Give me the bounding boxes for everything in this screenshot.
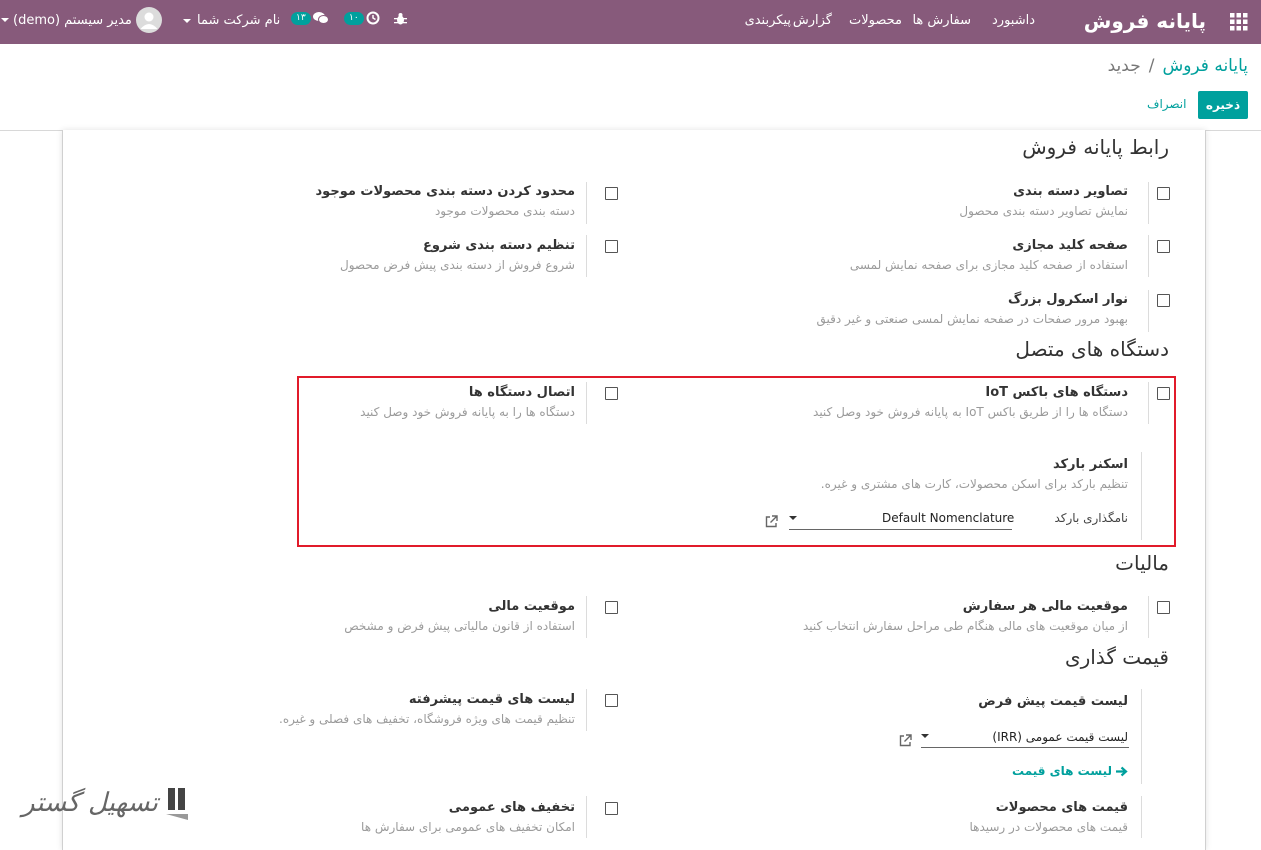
fiscal-position-per-order-checkbox[interactable] — [1157, 601, 1170, 614]
restrict-categories-desc: دسته بندی محصولات موجود — [434, 204, 575, 218]
watermark: تسهیل گستر — [22, 784, 192, 822]
default-pricelist-title: لیست قیمت پیش فرض — [978, 694, 1128, 709]
iot-box-desc: دستگاه ها را از طریق باکس IoT به پایانه … — [813, 405, 1128, 419]
large-scrollbar-checkbox[interactable] — [1157, 294, 1170, 307]
virtual-keyboard-title: صفحه کلید مجازی — [1012, 238, 1128, 253]
breadcrumb-separator: / — [1148, 56, 1155, 76]
divider — [586, 182, 587, 224]
divider — [1141, 452, 1142, 540]
category-images-desc: نمایش تصاویر دسته بندی محصول — [959, 204, 1128, 218]
global-discounts-title: تخفیف های عمومی — [448, 800, 575, 815]
virtual-keyboard-desc: استفاده از صفحه کلید مجازی برای صفحه نما… — [849, 258, 1128, 272]
category-images-checkbox[interactable] — [1157, 187, 1170, 200]
advanced-pricelists-checkbox[interactable] — [605, 694, 618, 707]
menu-dashboard[interactable]: داشبورد — [992, 13, 1035, 28]
app-title: پایانه فروش — [1083, 9, 1206, 33]
highlight-box — [297, 376, 1176, 547]
apps-grid-icon[interactable] — [1230, 13, 1248, 31]
advanced-pricelists-title: لیست های قیمت پیشرفته — [408, 692, 575, 707]
product-prices-desc: قیمت های محصولات در رسیدها — [969, 820, 1128, 834]
select-underline — [789, 529, 1012, 530]
fiscal-position-checkbox[interactable] — [605, 601, 618, 614]
divider — [586, 235, 587, 277]
breadcrumb-parent[interactable]: پایانه فروش — [1162, 56, 1248, 76]
user-name: مدیر سیستم (demo) — [13, 12, 132, 28]
fiscal-position-title: موقعیت مالی — [488, 599, 575, 614]
arrow-right-icon — [1116, 766, 1128, 776]
section-title-taxes: مالیات — [1115, 551, 1169, 575]
large-scrollbar-title: نوار اسکرول بزرگ — [1007, 292, 1128, 307]
connect-devices-desc: دستگاه ها را به پایانه فروش خود وصل کنید — [360, 405, 575, 419]
section-title-pricing: قیمت گذاری — [1064, 645, 1169, 669]
clock-icon — [366, 11, 380, 25]
barcode-scanner-title: اسکنر بارکد — [1052, 457, 1128, 472]
divider — [1148, 596, 1149, 638]
select-underline — [921, 747, 1129, 748]
external-link-icon[interactable] — [765, 515, 778, 528]
messaging-menu[interactable]: ۱۳ — [291, 11, 329, 25]
chevron-down-icon[interactable] — [921, 734, 929, 738]
avatar — [135, 7, 162, 33]
fiscal-position-per-order-desc: از میان موقعیت های مالی هنگام طی مراحل س… — [802, 619, 1128, 633]
restrict-categories-checkbox[interactable] — [605, 187, 618, 200]
divider — [586, 796, 587, 838]
divider — [586, 382, 587, 424]
divider — [586, 596, 587, 638]
divider — [1148, 182, 1149, 224]
company-name: نام شرکت شما — [197, 13, 281, 28]
watermark-text: تسهیل گستر — [22, 788, 158, 818]
fiscal-position-desc: استفاده از قانون مالیاتی پیش فرض و مشخص — [344, 619, 575, 633]
advanced-pricelists-desc: تنظیم قیمت های ویژه فروشگاه، تخفیف های ف… — [279, 712, 575, 726]
divider — [1148, 382, 1149, 424]
iot-box-checkbox[interactable] — [1157, 387, 1170, 400]
divider — [1148, 235, 1149, 277]
chevron-down-icon — [1, 18, 9, 22]
virtual-keyboard-checkbox[interactable] — [1157, 240, 1170, 253]
activity-menu[interactable]: ۱۰ — [344, 11, 380, 25]
barcode-nomenclature-select[interactable]: Default Nomenclature — [882, 511, 1014, 525]
start-category-desc: شروع فروش از دسته بندی پیش فرض محصول — [340, 258, 575, 272]
divider — [1141, 689, 1142, 784]
large-scrollbar-desc: بهبود مرور صفحات در صفحه نمایش لمسی صنعت… — [816, 312, 1128, 326]
divider — [1141, 796, 1142, 838]
connect-devices-checkbox[interactable] — [605, 387, 618, 400]
chevron-down-icon — [183, 18, 191, 23]
start-category-title: تنظیم دسته بندی شروع — [422, 238, 575, 253]
connect-devices-title: اتصال دستگاه ها — [468, 385, 575, 400]
watermark-logo-icon — [165, 788, 188, 820]
chevron-down-icon[interactable] — [789, 516, 797, 520]
default-pricelist-select[interactable]: لیست قیمت عمومی (IRR) — [992, 730, 1128, 744]
menu-products[interactable]: محصولات — [849, 13, 902, 28]
global-discounts-checkbox[interactable] — [605, 802, 618, 815]
external-link-icon[interactable] — [899, 734, 912, 747]
menu-reporting[interactable]: گزارش — [793, 13, 832, 28]
pricelists-link-label: لیست های قیمت — [1011, 764, 1112, 778]
barcode-scanner-desc: تنظیم بارکد برای اسکن محصولات، کارت های … — [820, 477, 1128, 491]
user-menu[interactable]: مدیر سیستم (demo) — [1, 7, 162, 33]
section-title-connected-devices: دستگاه های متصل — [1015, 337, 1169, 361]
discard-button[interactable]: انصراف — [1147, 97, 1186, 111]
comments-icon — [312, 12, 329, 24]
start-category-checkbox[interactable] — [605, 240, 618, 253]
global-discounts-desc: امکان تخفیف های عمومی برای سفارش ها — [361, 820, 575, 834]
barcode-nomenclature-label: نامگذاری بارکد — [1054, 511, 1129, 525]
product-prices-title: قیمت های محصولات — [995, 800, 1128, 815]
section-title-pos-interface: رابط پایانه فروش — [1022, 135, 1169, 159]
category-images-title: تصاویر دسته بندی — [1013, 184, 1128, 199]
messages-count-badge: ۱۳ — [291, 11, 311, 25]
breadcrumb: پایانه فروش / جدید — [1108, 56, 1248, 76]
pricelists-link[interactable]: لیست های قیمت — [1012, 764, 1128, 778]
menu-orders[interactable]: سفارش ها — [912, 13, 971, 28]
save-button[interactable]: ذخیره — [1198, 91, 1248, 119]
debug-bug-icon[interactable] — [394, 12, 407, 26]
company-switcher[interactable]: نام شرکت شما — [183, 13, 280, 28]
iot-box-title: دستگاه های باکس IoT — [985, 385, 1128, 400]
divider — [1148, 290, 1149, 332]
menu-configuration[interactable]: پیکربندی — [745, 13, 791, 28]
restrict-categories-title: محدود کردن دسته بندی محصولات موجود — [315, 184, 576, 199]
breadcrumb-current: جدید — [1107, 56, 1141, 76]
fiscal-position-per-order-title: موقعیت مالی هر سفارش — [962, 599, 1128, 614]
divider — [586, 689, 587, 731]
activity-count-badge: ۱۰ — [344, 11, 364, 25]
